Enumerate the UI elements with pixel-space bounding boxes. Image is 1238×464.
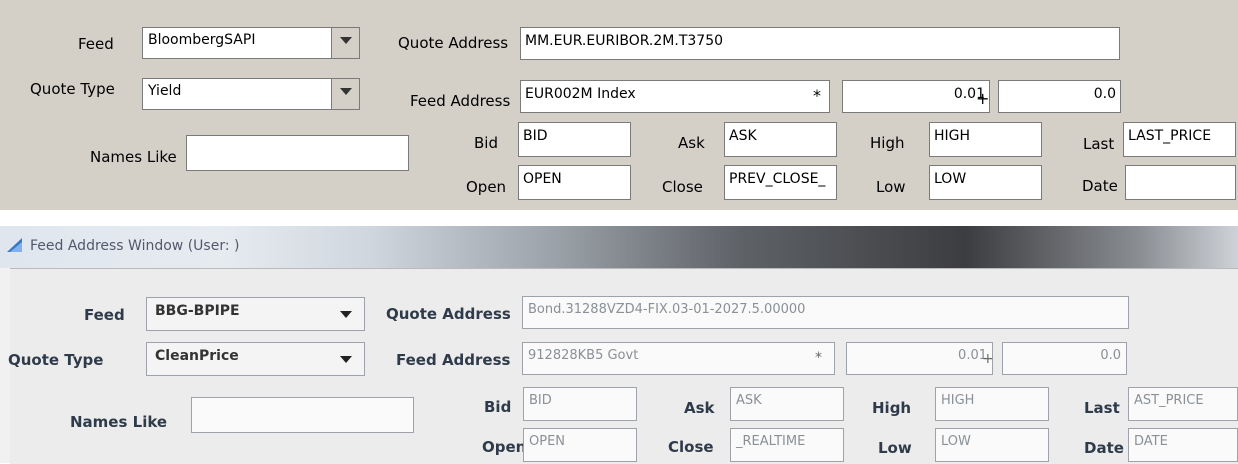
bottom-names-like-input[interactable] <box>191 397 414 433</box>
top-names-like-input[interactable] <box>186 135 409 171</box>
top-feed-label: Feed <box>78 35 114 53</box>
top-open-input[interactable]: OPEN <box>518 165 631 200</box>
plus-symbol: + <box>976 89 990 108</box>
bottom-open-input[interactable]: OPEN <box>523 428 637 462</box>
chevron-down-icon <box>340 356 352 363</box>
top-date-label: Date <box>1082 177 1118 195</box>
bottom-multiplier-input[interactable]: 0.01 <box>846 342 993 375</box>
window-title: Feed Address Window (User: ) <box>30 238 240 254</box>
top-quote-type-select-value: Yield <box>148 83 182 99</box>
top-last-input[interactable]: LAST_PRICE <box>1123 122 1236 157</box>
top-low-input[interactable]: LOW <box>929 165 1042 200</box>
bottom-ask-input[interactable]: ASK <box>730 387 844 421</box>
feed-window-icon <box>7 238 22 252</box>
top-quote-type-label: Quote Type <box>30 80 115 98</box>
bottom-low-label: Low <box>878 439 912 457</box>
bottom-quote-type-label: Quote Type <box>8 351 104 369</box>
top-bid-input[interactable]: BID <box>518 122 631 157</box>
bottom-multiply-symbol: * <box>815 350 822 366</box>
top-names-like-label: Names Like <box>90 148 177 166</box>
top-high-label: High <box>870 134 905 152</box>
bottom-feed-select-value: BBG-BPIPE <box>155 303 240 319</box>
bottom-feed-address-label: Feed Address <box>396 351 511 369</box>
top-quote-type-select[interactable]: Yield <box>142 78 360 110</box>
multiply-symbol: * <box>813 86 821 105</box>
top-multiplier-input[interactable]: 0.01 <box>842 80 990 113</box>
top-quote-address-label: Quote Address <box>398 34 509 52</box>
bottom-bid-label: Bid <box>484 398 512 416</box>
top-feed-select-value: BloombergSAPI <box>148 32 256 48</box>
top-feed-select[interactable]: BloombergSAPI <box>142 27 360 59</box>
bottom-high-label: High <box>872 399 912 417</box>
top-close-label: Close <box>662 178 703 196</box>
bottom-low-input[interactable]: LOW <box>935 428 1049 462</box>
bottom-feed-address-input[interactable]: 912828KB5 Govt <box>522 342 835 375</box>
bottom-feed-select[interactable]: BBG-BPIPE <box>146 297 365 331</box>
bottom-high-input[interactable]: HIGH <box>935 387 1049 421</box>
top-feed-address-input[interactable]: EUR002M Index <box>520 80 830 113</box>
chevron-down-icon <box>340 88 352 95</box>
bottom-date-label: Date <box>1084 439 1124 457</box>
bottom-quote-address-label: Quote Address <box>386 305 511 323</box>
bottom-bid-input[interactable]: BID <box>523 387 637 421</box>
top-open-label: Open <box>466 178 507 196</box>
top-last-label: Last <box>1083 135 1115 153</box>
top-ask-input[interactable]: ASK <box>724 122 837 157</box>
top-high-input[interactable]: HIGH <box>929 122 1042 157</box>
bottom-plus-symbol: + <box>982 351 994 367</box>
bottom-last-input[interactable]: AST_PRICE <box>1128 387 1238 421</box>
bottom-ask-label: Ask <box>684 399 715 417</box>
bottom-date-input[interactable]: DATE <box>1128 428 1238 462</box>
bottom-close-input[interactable]: _REALTIME <box>730 428 844 462</box>
bottom-close-label: Close <box>668 438 714 456</box>
chevron-down-icon <box>340 311 352 318</box>
top-feed-address-label: Feed Address <box>410 92 511 110</box>
bottom-quote-type-select-value: CleanPrice <box>155 348 239 364</box>
bottom-quote-type-select[interactable]: CleanPrice <box>146 342 365 376</box>
top-ask-label: Ask <box>678 134 705 152</box>
top-quote-address-input[interactable]: MM.EUR.EURIBOR.2M.T3750 <box>520 27 1120 60</box>
bottom-feed-label: Feed <box>84 306 125 324</box>
top-date-input[interactable] <box>1125 165 1236 200</box>
bottom-names-like-label: Names Like <box>70 413 168 431</box>
top-feed-dropdown-button[interactable] <box>331 28 359 58</box>
top-close-input[interactable]: PREV_CLOSE_ <box>724 165 837 200</box>
top-quote-type-dropdown-button[interactable] <box>331 79 359 109</box>
bottom-last-label: Last <box>1084 399 1120 417</box>
bottom-open-label: Open <box>482 438 527 456</box>
bottom-quote-address-input[interactable]: Bond.31288VZD4-FIX.03-01-2027.5.00000 <box>522 296 1129 329</box>
top-bid-label: Bid <box>474 134 498 152</box>
bottom-offset-input[interactable]: 0.0 <box>1002 342 1127 375</box>
top-low-label: Low <box>876 178 906 196</box>
top-offset-input[interactable]: 0.0 <box>998 80 1121 113</box>
chevron-down-icon <box>340 37 352 44</box>
